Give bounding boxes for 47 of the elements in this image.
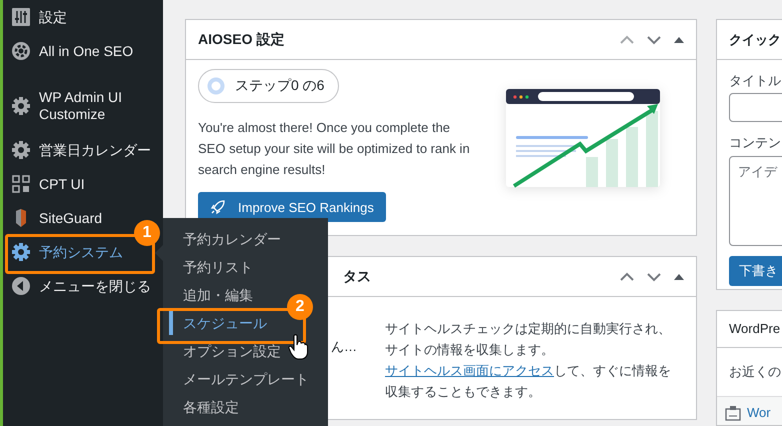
sidebar-item[interactable]: 予約システム <box>8 237 123 267</box>
gear-icon <box>11 96 31 116</box>
gear-icon <box>11 242 31 262</box>
sidebar-item[interactable]: WP Admin UI Customize <box>8 81 154 131</box>
content-input-field[interactable]: アイデ <box>729 156 782 246</box>
collapse-triangle-icon[interactable] <box>674 36 684 44</box>
sidebar-item[interactable]: All in One SEO <box>8 36 134 66</box>
submenu-item[interactable]: 予約リスト <box>163 255 253 279</box>
gear-icon <box>11 140 31 160</box>
card-title: クイック <box>729 30 781 48</box>
site-health-link[interactable]: サイトヘルス画面にアクセス <box>385 363 554 378</box>
aioseo-description: You're almost there! Once you complete the SEO setup your site will be optimized to rank in search engine results! <box>198 119 471 179</box>
shield-icon <box>14 208 28 228</box>
card-title: AIOSEO 設定 <box>198 30 284 48</box>
field-label: コンテン <box>729 134 781 152</box>
chevron-down-icon[interactable] <box>647 272 661 282</box>
submenu-item[interactable]: 各種設定 <box>163 395 239 419</box>
card-title: WordPre <box>729 321 780 336</box>
status-text: ん… <box>331 338 357 356</box>
sliders-icon <box>11 7 31 27</box>
collapse-icon <box>11 276 31 296</box>
chevron-up-icon[interactable] <box>620 272 634 282</box>
events-description: お近くの <box>729 364 781 379</box>
sidebar-item[interactable]: 設定 <box>8 2 67 32</box>
sidebar-item[interactable]: SiteGuard <box>8 203 102 233</box>
submenu-item[interactable]: オプション設定 <box>163 339 281 363</box>
submenu-item[interactable]: 予約カレンダー <box>163 227 281 251</box>
field-label: タイトル <box>729 72 781 90</box>
collapse-triangle-icon[interactable] <box>674 272 684 280</box>
gear-icon <box>11 41 31 61</box>
chevron-up-icon[interactable] <box>620 34 634 44</box>
submenu-item[interactable]: メールテンプレート <box>163 367 309 391</box>
step-count: ステップ0 の6 <box>235 77 324 95</box>
chevron-down-icon[interactable] <box>647 34 661 44</box>
grid-icon <box>11 174 31 194</box>
progress-ring-icon <box>207 77 225 95</box>
submenu-item[interactable]: 追加・編集 <box>163 283 253 307</box>
improve-seo-button[interactable]: Improve SEO Rankings <box>198 192 386 222</box>
hand-cursor-icon <box>288 334 308 360</box>
sidebar-item[interactable]: メニューを閉じる <box>8 271 151 301</box>
submenu-item[interactable]: スケジュール <box>169 311 267 335</box>
site-health-description: サイトヘルスチェックは定期的に自動実行され、サイトの情報を収集します。 サイトヘルス画面にアクセス して、すぐに情報を収集することもできます。 <box>385 320 672 401</box>
save-draft-button[interactable]: 下書き <box>729 256 782 286</box>
card-title: タス <box>343 268 371 286</box>
sidebar-item[interactable]: 営業日カレンダー <box>8 135 151 165</box>
sidebar-item[interactable]: CPT UI <box>8 169 85 199</box>
rocket-icon <box>210 199 226 215</box>
